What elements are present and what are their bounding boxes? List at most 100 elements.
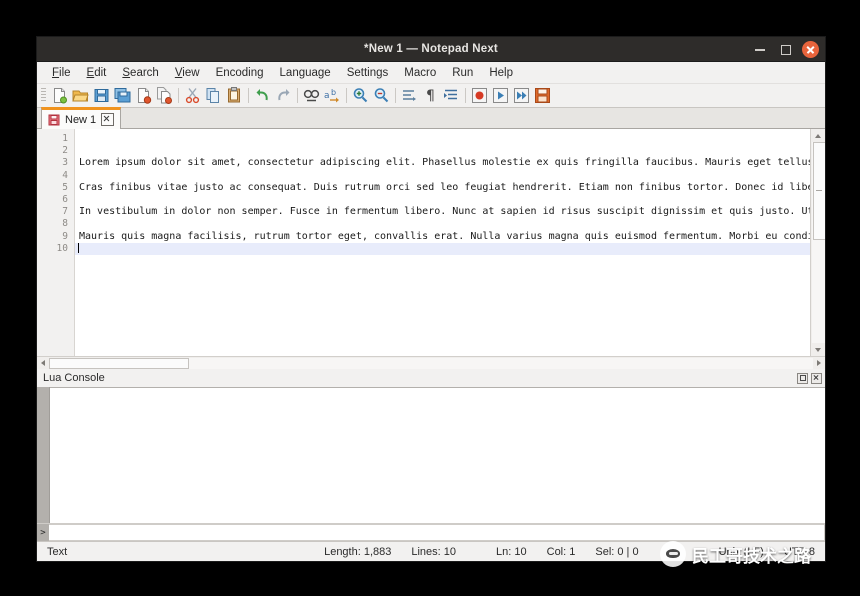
save-all-icon[interactable] <box>113 86 132 105</box>
close-file-icon[interactable] <box>134 86 153 105</box>
console-input[interactable] <box>49 524 825 541</box>
minimize-button[interactable] <box>752 41 768 57</box>
menu-help[interactable]: Help <box>481 65 521 81</box>
new-file-icon[interactable] <box>50 86 69 105</box>
text-editor[interactable]: Lorem ipsum dolor sit amet, consectetur … <box>75 129 810 356</box>
lua-console-body <box>37 387 825 523</box>
vertical-scroll-track[interactable] <box>812 142 825 343</box>
zoom-in-icon[interactable] <box>351 86 370 105</box>
zoom-out-icon[interactable] <box>372 86 391 105</box>
close-button[interactable] <box>802 41 819 58</box>
float-dock-icon[interactable] <box>797 373 808 384</box>
maximize-button[interactable] <box>777 41 793 57</box>
open-file-icon[interactable] <box>71 86 90 105</box>
menu-view[interactable]: View <box>167 65 208 81</box>
status-line: Ln: 10 <box>466 546 537 558</box>
unsaved-file-icon <box>48 114 60 126</box>
menu-view-label: iew <box>182 67 199 79</box>
editor-line-current <box>75 243 810 255</box>
scroll-down-icon[interactable] <box>812 343 825 356</box>
toolbar-separator <box>248 88 249 103</box>
status-document-type[interactable]: Text <box>37 546 314 558</box>
menu-bar: File Edit Search View Encoding Language … <box>37 62 825 84</box>
tab-close-icon[interactable] <box>101 113 114 126</box>
status-length: Length: 1,883 <box>314 546 401 558</box>
replace-icon[interactable]: ab <box>323 86 342 105</box>
line-number: 10 <box>37 243 74 255</box>
menu-help-label: Help <box>489 67 513 79</box>
horizontal-scroll-thumb[interactable] <box>49 358 189 369</box>
line-number: 1 <box>37 133 74 145</box>
editor-area: 1 2 3 4 5 6 7 8 9 10 Lorem ipsum dolor s… <box>37 129 825 356</box>
menu-run[interactable]: Run <box>444 65 481 81</box>
status-bar: Text Length: 1,883 Lines: 10 Ln: 10 Col:… <box>37 541 825 561</box>
tab-new-1[interactable]: New 1 <box>41 107 121 129</box>
line-number: 9 <box>37 231 74 243</box>
editor-vertical-scrollbar[interactable] <box>810 129 825 356</box>
window-controls <box>752 37 819 61</box>
menu-settings[interactable]: Settings <box>339 65 397 81</box>
editor-line: Mauris quis magna facilisis, rutrum tort… <box>75 231 810 243</box>
console-output[interactable] <box>50 387 825 523</box>
status-column: Col: 1 <box>537 546 586 558</box>
menu-macro[interactable]: Macro <box>396 65 444 81</box>
cut-icon[interactable] <box>183 86 202 105</box>
tab-label: New 1 <box>65 114 96 126</box>
menu-edit-label: dit <box>94 67 106 79</box>
close-all-icon[interactable] <box>155 86 174 105</box>
undo-icon[interactable] <box>253 86 272 105</box>
show-eol-icon[interactable]: ¶ <box>421 86 440 105</box>
vertical-scroll-thumb[interactable] <box>813 142 826 240</box>
tab-bar: New 1 <box>37 108 825 129</box>
toolbar-separator <box>395 88 396 103</box>
find-icon[interactable] <box>302 86 321 105</box>
toolbar-separator <box>346 88 347 103</box>
editor-horizontal-scrollbar[interactable] <box>37 356 825 369</box>
lua-console-title: Lua Console <box>43 372 105 384</box>
scroll-right-icon[interactable] <box>813 358 825 369</box>
line-number: 5 <box>37 182 74 194</box>
status-encoding[interactable]: UTF-8 <box>774 546 825 558</box>
console-prompt-row: > <box>37 523 825 541</box>
text-caret <box>78 243 79 253</box>
menu-encoding-label: Encoding <box>216 67 264 79</box>
scroll-up-icon[interactable] <box>812 129 825 142</box>
svg-text:¶: ¶ <box>426 88 435 104</box>
menu-search[interactable]: Search <box>114 65 166 81</box>
toolbar-grip[interactable] <box>41 88 46 103</box>
menu-settings-label: Settings <box>347 67 389 79</box>
paste-icon[interactable] <box>225 86 244 105</box>
scroll-left-icon[interactable] <box>37 358 49 369</box>
menu-language-label: Language <box>280 67 331 79</box>
show-whitespace-icon[interactable] <box>400 86 419 105</box>
title-bar: *New 1 — Notepad Next <box>37 37 825 62</box>
menu-language[interactable]: Language <box>272 65 339 81</box>
menu-encoding[interactable]: Encoding <box>208 65 272 81</box>
editor-line <box>75 170 810 182</box>
copy-icon[interactable] <box>204 86 223 105</box>
indent-guide-icon[interactable] <box>442 86 461 105</box>
horizontal-scroll-track[interactable] <box>49 358 813 369</box>
editor-line <box>75 194 810 206</box>
editor-line <box>75 145 810 157</box>
lua-console-header: Lua Console <box>37 369 825 387</box>
menu-run-label: Run <box>452 67 473 79</box>
status-lines: Lines: 10 <box>401 546 466 558</box>
editor-line <box>75 133 810 145</box>
line-number: 8 <box>37 218 74 230</box>
save-icon[interactable] <box>92 86 111 105</box>
console-margin <box>37 387 50 523</box>
line-number: 2 <box>37 145 74 157</box>
menu-edit[interactable]: Edit <box>79 65 115 81</box>
play-macro-icon[interactable] <box>491 86 510 105</box>
status-eol[interactable]: Unix (LF) <box>649 546 774 558</box>
redo-icon[interactable] <box>274 86 293 105</box>
record-macro-icon[interactable] <box>470 86 489 105</box>
save-macro-icon[interactable] <box>533 86 552 105</box>
close-dock-icon[interactable] <box>811 373 822 384</box>
window-title: *New 1 — Notepad Next <box>37 37 825 61</box>
menu-file[interactable]: File <box>44 65 79 81</box>
line-number: 4 <box>37 170 74 182</box>
menu-file-label: ile <box>59 67 71 79</box>
run-macro-multiple-icon[interactable] <box>512 86 531 105</box>
